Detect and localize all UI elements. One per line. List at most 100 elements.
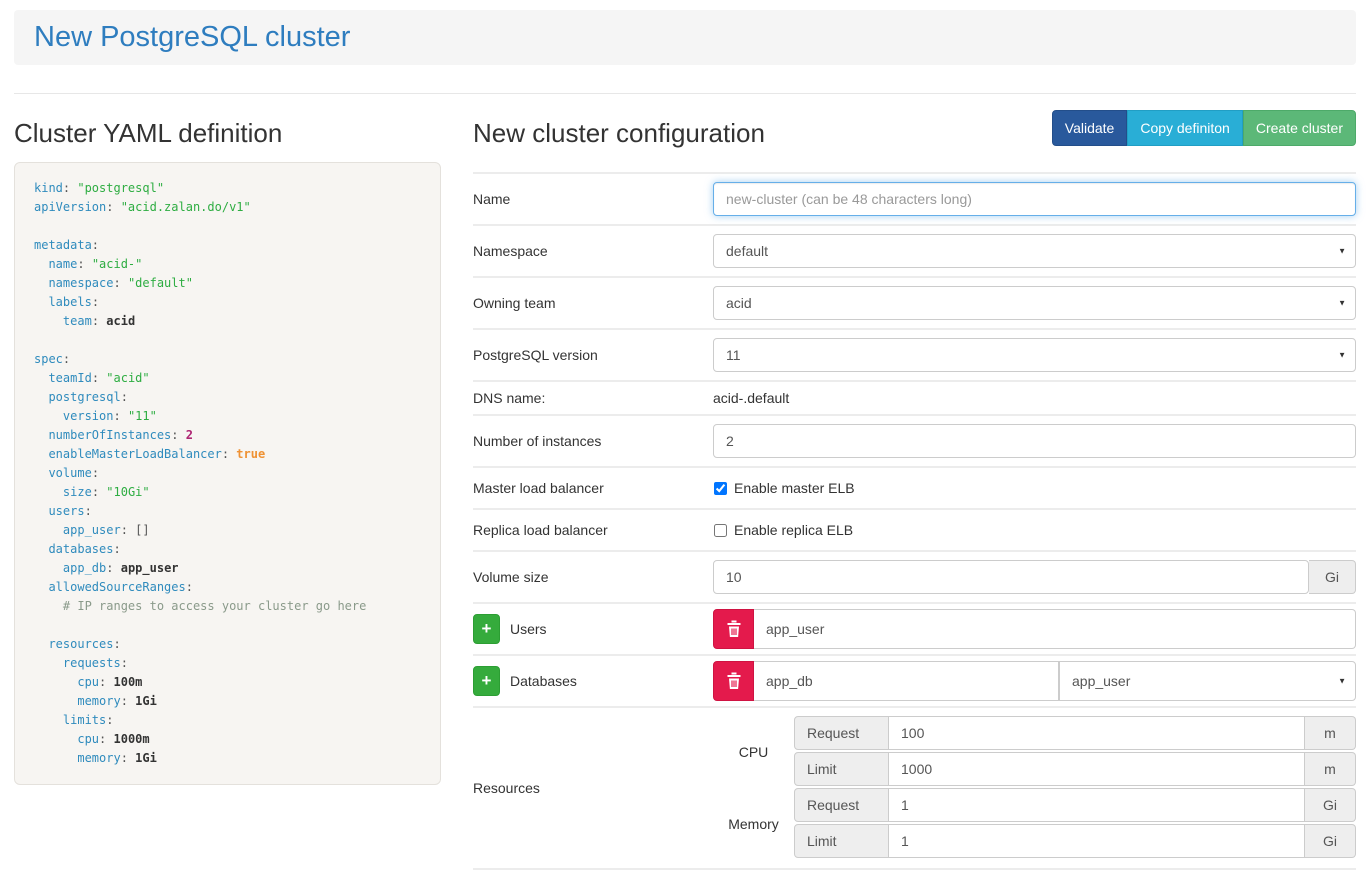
cpu-resource-group: CPU Request m Limit m — [713, 716, 1356, 788]
dns-name-value: acid-.default — [713, 390, 789, 406]
namespace-label: Namespace — [473, 243, 713, 259]
yaml-line: requests: — [34, 654, 421, 673]
yaml-column: Cluster YAML definition kind: "postgresq… — [14, 94, 441, 785]
form-row-owning-team: Owning team acid ▼ — [473, 278, 1356, 330]
form-row-users: + Users — [473, 604, 1356, 656]
yaml-line: spec: — [34, 350, 421, 369]
postgresql-version-select[interactable]: 11 — [713, 338, 1356, 372]
memory-limit-input[interactable] — [889, 824, 1305, 858]
databases-label: Databases — [510, 673, 577, 689]
config-form: Name Namespace default ▼ — [473, 172, 1356, 870]
cpu-request-input[interactable] — [889, 716, 1305, 750]
cpu-limit-addon: Limit — [794, 752, 889, 786]
yaml-line: namespace: "default" — [34, 274, 421, 293]
instances-input[interactable] — [713, 424, 1356, 458]
namespace-select[interactable]: default — [713, 234, 1356, 268]
users-label: Users — [510, 621, 547, 637]
form-row-pg-version: PostgreSQL version 11 ▼ — [473, 330, 1356, 382]
yaml-line: cpu: 100m — [34, 673, 421, 692]
user-name-input[interactable] — [754, 609, 1356, 649]
validate-button[interactable]: Validate — [1052, 110, 1128, 146]
replica-elb-checkbox[interactable] — [714, 524, 727, 537]
memory-limit-addon: Limit — [794, 824, 889, 858]
config-section-heading: New cluster configuration — [473, 118, 765, 149]
pg-version-label: PostgreSQL version — [473, 347, 713, 363]
yaml-line: apiVersion: "acid.zalan.do/v1" — [34, 198, 421, 217]
plus-icon: + — [482, 619, 492, 639]
yaml-line: kind: "postgresql" — [34, 179, 421, 198]
config-column: New cluster configuration Validate Copy … — [473, 94, 1356, 870]
form-row-name: Name — [473, 174, 1356, 226]
database-owner-select[interactable]: app_user — [1059, 661, 1356, 701]
yaml-line: postgresql: — [34, 388, 421, 407]
yaml-definition-panel: kind: "postgresql"apiVersion: "acid.zala… — [14, 162, 441, 785]
copy-definition-button[interactable]: Copy definiton — [1127, 110, 1243, 146]
delete-database-button[interactable] — [713, 661, 754, 701]
master-lb-label: Master load balancer — [473, 480, 713, 496]
delete-user-button[interactable] — [713, 609, 754, 649]
yaml-line: version: "11" — [34, 407, 421, 426]
trash-icon — [726, 620, 742, 638]
yaml-line: resources: — [34, 635, 421, 654]
yaml-section-heading: Cluster YAML definition — [14, 118, 441, 149]
yaml-line: app_user: [] — [34, 521, 421, 540]
yaml-line — [34, 331, 421, 350]
resources-label: Resources — [473, 780, 713, 796]
memory-request-addon: Request — [794, 788, 889, 822]
page-title: New PostgreSQL cluster — [34, 21, 1336, 54]
yaml-line: size: "10Gi" — [34, 483, 421, 502]
yaml-line: memory: 1Gi — [34, 749, 421, 768]
yaml-line — [34, 217, 421, 236]
memory-request-row: Request Gi — [794, 788, 1356, 822]
cpu-limit-input[interactable] — [889, 752, 1305, 786]
cpu-request-addon: Request — [794, 716, 889, 750]
yaml-line: teamId: "acid" — [34, 369, 421, 388]
memory-limit-row: Limit Gi — [794, 824, 1356, 858]
yaml-line: databases: — [34, 540, 421, 559]
yaml-line: numberOfInstances: 2 — [34, 426, 421, 445]
dns-label: DNS name: — [473, 390, 713, 406]
memory-request-unit: Gi — [1305, 788, 1356, 822]
trash-icon — [726, 672, 742, 690]
yaml-line: limits: — [34, 711, 421, 730]
config-header: New cluster configuration Validate Copy … — [473, 94, 1356, 162]
yaml-line: enableMasterLoadBalancer: true — [34, 445, 421, 464]
yaml-line: name: "acid-" — [34, 255, 421, 274]
owning-team-select[interactable]: acid — [713, 286, 1356, 320]
name-input[interactable] — [713, 182, 1356, 216]
master-elb-checkbox-label: Enable master ELB — [713, 480, 855, 496]
cpu-label: CPU — [713, 716, 794, 788]
yaml-line: labels: — [34, 293, 421, 312]
cpu-limit-row: Limit m — [794, 752, 1356, 786]
volume-size-input[interactable] — [713, 560, 1309, 594]
cpu-limit-unit: m — [1305, 752, 1356, 786]
memory-resource-group: Memory Request Gi Limit Gi — [713, 788, 1356, 860]
create-cluster-button[interactable]: Create cluster — [1243, 110, 1356, 146]
form-row-dns: DNS name: acid-.default — [473, 382, 1356, 416]
action-button-group: Validate Copy definiton Create cluster — [1052, 110, 1356, 146]
memory-limit-unit: Gi — [1305, 824, 1356, 858]
cpu-request-row: Request m — [794, 716, 1356, 750]
replica-lb-label: Replica load balancer — [473, 522, 713, 538]
memory-request-input[interactable] — [889, 788, 1305, 822]
yaml-line: volume: — [34, 464, 421, 483]
plus-icon: + — [482, 671, 492, 691]
add-database-button[interactable]: + — [473, 666, 500, 696]
yaml-line: cpu: 1000m — [34, 730, 421, 749]
yaml-line: # IP ranges to access your cluster go he… — [34, 597, 421, 616]
form-row-namespace: Namespace default ▼ — [473, 226, 1356, 278]
name-label: Name — [473, 191, 713, 207]
form-row-replica-lb: Replica load balancer Enable replica ELB — [473, 510, 1356, 552]
volume-unit-addon: Gi — [1309, 560, 1356, 594]
instances-label: Number of instances — [473, 433, 713, 449]
master-elb-checkbox[interactable] — [714, 482, 727, 495]
memory-label: Memory — [713, 788, 794, 860]
form-row-resources: Resources CPU Request m Limit — [473, 708, 1356, 870]
replica-elb-checkbox-label: Enable replica ELB — [713, 522, 853, 538]
yaml-line: app_db: app_user — [34, 559, 421, 578]
yaml-line: allowedSourceRanges: — [34, 578, 421, 597]
cpu-request-unit: m — [1305, 716, 1356, 750]
database-name-input[interactable] — [754, 661, 1059, 701]
form-row-master-lb: Master load balancer Enable master ELB — [473, 468, 1356, 510]
add-user-button[interactable]: + — [473, 614, 500, 644]
